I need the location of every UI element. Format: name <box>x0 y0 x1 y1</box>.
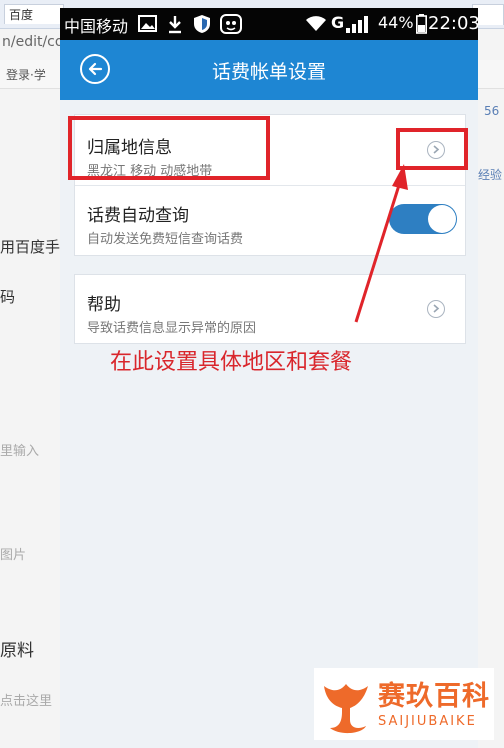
browser-tab-label: 百度 <box>9 8 34 22</box>
image-icon <box>138 15 157 32</box>
bg-label: 经验 <box>478 168 503 182</box>
bg-side-text: 里输入 <box>0 444 40 459</box>
chevron-right-icon[interactable] <box>427 300 445 318</box>
bg-side-text: 用百度手 <box>0 238 61 256</box>
toggle-knob <box>428 205 456 233</box>
bg-side-text: 原料 <box>0 641 34 661</box>
shield-icon <box>194 15 210 33</box>
browser-tab[interactable]: 百度 <box>4 4 64 24</box>
watermark: 赛玖百科 SAIJIUBAIKE <box>314 668 494 740</box>
auto-query-detail: 自动发送免费短信查询话费 <box>87 232 244 247</box>
signal-icon <box>346 16 368 33</box>
download-icon <box>169 16 181 34</box>
annotation-text: 在此设置具体地区和套餐 <box>110 350 353 375</box>
battery-icon <box>416 14 427 34</box>
cat-app-icon <box>220 14 242 34</box>
watermark-brand-en: SAIJIUBAIKE <box>378 714 477 729</box>
page-title: 话费帐单设置 <box>211 61 326 83</box>
watermark-brand-cn: 赛玖百科 <box>378 681 490 712</box>
bg-number: 56 <box>484 104 500 118</box>
phone-screen: 中国移动 G 44% 22:03 话费帐单设置 归属地信息 黑龙江 移动 动感地… <box>60 8 478 748</box>
auto-query-label: 话费自动查询 <box>87 206 189 226</box>
annotation-arrow-icon <box>354 164 408 323</box>
bg-side-text: 点击这里 <box>0 694 53 709</box>
bg-side-text: 码 <box>0 288 16 306</box>
carrier-name: 中国移动 <box>64 17 129 36</box>
bg-side-text: 图片 <box>0 548 27 563</box>
help-label: 帮助 <box>87 295 121 315</box>
help-detail: 导致话费信息显示异常的原因 <box>87 321 257 336</box>
clock: 22:03 <box>428 13 478 34</box>
login-link[interactable]: 登录·学 <box>6 66 46 83</box>
status-bar: 中国移动 G 44% 22:03 <box>60 8 478 40</box>
annotation-box-location <box>68 116 270 180</box>
whale-tail-logo-icon <box>324 684 368 734</box>
network-type: G <box>331 13 345 32</box>
battery-percent: 44% <box>378 13 414 32</box>
title-bar: 话费帐单设置 <box>60 40 478 100</box>
wifi-icon <box>306 16 326 31</box>
